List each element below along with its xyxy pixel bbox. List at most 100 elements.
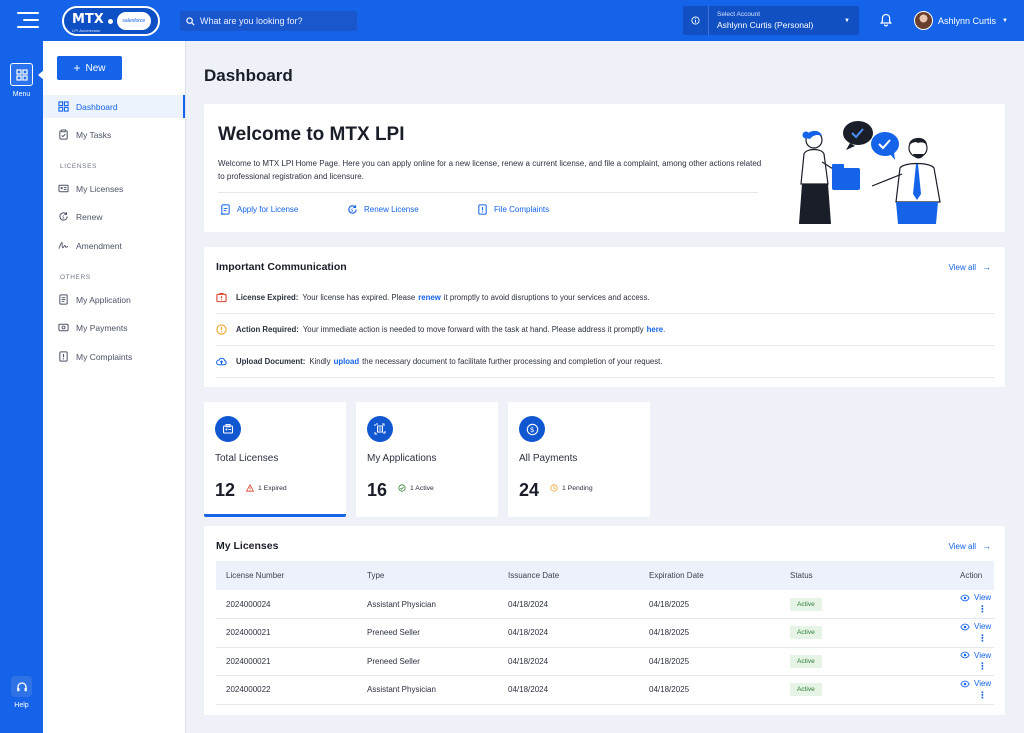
table-row: 2024000024 Assistant Physician 04/18/2024 0…	[216, 590, 994, 619]
welcome-title: Welcome to MTX LPI	[218, 124, 405, 145]
more-options-icon[interactable]: ⋮	[978, 604, 987, 614]
status-cell: Active	[780, 675, 910, 705]
action-cell: View ⋮	[910, 590, 994, 619]
stat-badge-text: 1 Active	[410, 484, 434, 492]
payment-icon	[58, 323, 69, 332]
sidebar-item-label: My Payments	[76, 322, 128, 333]
licenses-view-all-link[interactable]: View all →	[949, 541, 991, 551]
app-logo[interactable]: MTX LPI Accelerator salesforce	[62, 6, 160, 36]
view-label: View	[974, 622, 992, 631]
license-type: Assistant Physician	[357, 590, 498, 619]
warning-triangle-icon	[246, 484, 254, 492]
view-button[interactable]: View	[960, 679, 991, 688]
view-label: View	[974, 650, 992, 660]
renew-link-label: Renew License	[364, 205, 419, 214]
user-menu[interactable]: Ashlynn Curtis ▼	[914, 11, 1008, 30]
sidebar-item-my-payments[interactable]: My Payments	[43, 316, 185, 339]
upload-link[interactable]: upload	[334, 357, 360, 366]
more-options-icon[interactable]: ⋮	[978, 633, 987, 643]
svg-text:$: $	[351, 207, 354, 212]
sidebar-item-renew[interactable]: $ Renew	[43, 205, 185, 228]
stat-card-all-payments[interactable]: $ All Payments 24 1 Pending	[508, 402, 650, 517]
account-selector[interactable]: Select Account Ashlynn Curtis (Personal)…	[683, 6, 859, 35]
complaints-link-label: File Complaints	[494, 205, 550, 214]
top-bar: MTX LPI Accelerator salesforce Select Ac…	[0, 0, 1024, 41]
svg-text:$: $	[529, 425, 533, 434]
sidebar-item-label: My Tasks	[76, 129, 112, 140]
document-icon	[59, 294, 68, 305]
sidebar-item-my-licenses[interactable]: My Licenses	[43, 177, 185, 200]
sidebar-item-my-tasks[interactable]: My Tasks	[43, 123, 185, 146]
expiration-date: 04/18/2025	[639, 647, 780, 676]
more-options-icon[interactable]: ⋮	[978, 661, 987, 671]
here-link[interactable]: here	[647, 325, 663, 334]
table-header-row: License Number Type Issuance Date Expira…	[216, 561, 994, 590]
communication-label: Upload Document:	[236, 357, 306, 366]
issuance-date: 04/18/2024	[498, 675, 639, 705]
id-card-icon	[58, 184, 69, 193]
action-cell: View ⋮	[910, 618, 994, 648]
status-badge: Active	[790, 626, 822, 640]
hamburger-menu-icon[interactable]	[17, 12, 39, 29]
bell-icon[interactable]	[880, 13, 892, 27]
renew-license-link[interactable]: $ Renew License	[347, 204, 419, 215]
sidebar-section-others: OTHERS	[60, 274, 91, 281]
stat-badge-text: 1 Pending	[562, 484, 593, 492]
sidebar-item-dashboard[interactable]: Dashboard	[43, 95, 185, 118]
view-button[interactable]: View	[960, 622, 991, 631]
sidebar: + New Dashboard My Tasks LICENSES My Lice…	[43, 41, 186, 733]
column-header: Type	[357, 561, 498, 590]
status-badge: Active	[790, 654, 822, 668]
search-input[interactable]	[200, 16, 350, 26]
eye-icon	[960, 651, 970, 659]
important-communication-card: Important Communication View all → Licens…	[204, 247, 1005, 387]
complaint-icon	[59, 351, 68, 362]
column-header: Issuance Date	[498, 561, 639, 590]
license-number: 2024000021	[216, 618, 357, 648]
dashboard-grid-icon	[58, 101, 69, 112]
search-bar	[180, 11, 357, 31]
communication-label: Action Required:	[236, 325, 299, 334]
view-button[interactable]: View	[960, 593, 991, 602]
sidebar-item-amendment[interactable]: Amendment	[43, 234, 185, 257]
renew-link[interactable]: renew	[418, 293, 441, 302]
view-all-label: View all	[948, 541, 976, 551]
stat-value: 12	[215, 480, 236, 500]
issuance-date: 04/18/2024	[498, 590, 639, 619]
status-cell: Active	[780, 647, 910, 676]
eye-icon	[960, 594, 970, 602]
table-row: 2024000021 Preneed Seller 04/18/2024 04/18/…	[216, 647, 994, 676]
account-value: Ashlynn Curtis (Personal)	[717, 20, 814, 30]
salesforce-logo-icon: salesforce	[116, 12, 151, 30]
communication-view-all-link[interactable]: View all →	[949, 262, 991, 272]
clipboard-icon	[59, 129, 68, 140]
sidebar-section-licenses: LICENSES	[60, 163, 97, 170]
stat-card-total-licenses[interactable]: Total Licenses 12 1 Expired	[204, 402, 346, 517]
stat-value: 16	[367, 480, 388, 500]
menu-grid-icon[interactable]	[10, 63, 33, 86]
column-header: Action	[910, 561, 994, 590]
renew-icon: $	[59, 212, 68, 221]
communication-row-license-expired: License Expired: Your license has expire…	[216, 282, 994, 314]
communication-title: Important Communication	[216, 261, 347, 273]
renew-icon: $	[348, 205, 357, 214]
page-title: Dashboard	[204, 66, 293, 85]
more-options-icon[interactable]: ⋮	[978, 690, 987, 700]
new-button[interactable]: + New	[57, 56, 122, 80]
communication-text: .	[663, 325, 666, 334]
view-button[interactable]: View	[960, 651, 991, 660]
sidebar-item-my-application[interactable]: My Application	[43, 288, 185, 311]
issuance-date: 04/18/2024	[498, 618, 639, 648]
column-header: Expiration Date	[639, 561, 780, 590]
check-circle-icon	[398, 484, 406, 492]
sidebar-item-my-complaints[interactable]: My Complaints	[43, 345, 185, 368]
stat-card-my-applications[interactable]: My Applications 16 1 Active	[356, 402, 498, 517]
sidebar-item-label: Renew	[76, 211, 103, 222]
apply-for-license-link[interactable]: Apply for License	[220, 204, 298, 215]
menu-label: Menu	[12, 91, 31, 98]
license-number: 2024000024	[216, 590, 357, 619]
file-complaints-link[interactable]: File Complaints	[477, 204, 549, 215]
expiration-date: 04/18/2025	[639, 675, 780, 705]
help-icon[interactable]	[11, 676, 32, 697]
search-icon	[186, 16, 195, 26]
